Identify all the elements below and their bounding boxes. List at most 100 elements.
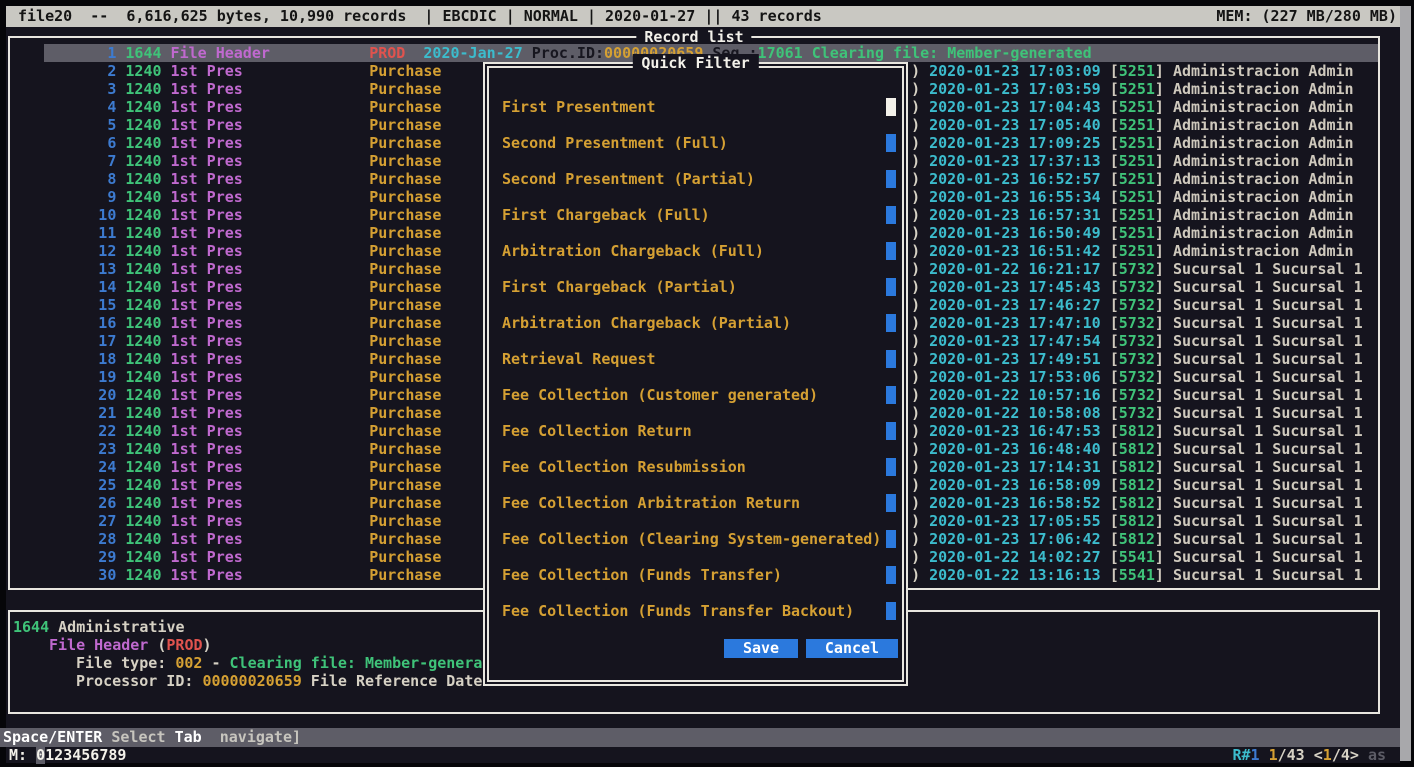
row-merchant-name: Administracion Admin bbox=[1173, 206, 1354, 224]
row-merchant-name: Administracion Admin bbox=[1173, 224, 1354, 242]
row-merchant-name: Sucursal 1 Sucursal 1 bbox=[1173, 530, 1363, 548]
mcc-bracket-open: [ bbox=[1110, 296, 1119, 314]
filter-option[interactable]: Arbitration Chargeback (Full) bbox=[502, 242, 898, 260]
filter-toggle-indicator[interactable] bbox=[886, 206, 896, 224]
filter-toggle-indicator[interactable] bbox=[886, 386, 896, 404]
row-stage: 1st Pres bbox=[171, 188, 243, 206]
filter-toggle-indicator[interactable] bbox=[886, 602, 896, 620]
row-paren: ) bbox=[911, 494, 920, 512]
filter-option[interactable]: Fee Collection Return bbox=[502, 422, 898, 440]
row-mcc: 5812 bbox=[1119, 530, 1155, 548]
filter-toggle-indicator[interactable] bbox=[886, 494, 896, 512]
marker-digits[interactable]: 123456789 bbox=[45, 746, 126, 764]
filter-option-label: Fee Collection (Funds Transfer) bbox=[502, 566, 782, 584]
row-datetime: 2020-01-23 16:58:52 bbox=[929, 494, 1101, 512]
filter-toggle-indicator[interactable] bbox=[886, 170, 896, 188]
mcc-bracket-close: ] bbox=[1155, 260, 1164, 278]
filter-toggle-indicator[interactable] bbox=[886, 278, 896, 296]
scrollbar[interactable] bbox=[1400, 6, 1411, 761]
filter-option-label: Arbitration Chargeback (Partial) bbox=[502, 314, 791, 332]
row-merchant-name: Sucursal 1 Sucursal 1 bbox=[1173, 368, 1363, 386]
row-function: Purchase bbox=[369, 404, 441, 422]
row-merchant-name: Sucursal 1 Sucursal 1 bbox=[1173, 566, 1363, 584]
mcc-bracket-close: ] bbox=[1155, 476, 1164, 494]
mcc-bracket-close: ] bbox=[1155, 296, 1164, 314]
cancel-button[interactable]: Cancel bbox=[806, 639, 898, 658]
row-mti: 1240 bbox=[125, 260, 161, 278]
mcc-bracket-open: [ bbox=[1110, 332, 1119, 350]
filter-toggle-indicator[interactable] bbox=[886, 530, 896, 548]
filter-option[interactable]: Arbitration Chargeback (Partial) bbox=[502, 314, 898, 332]
filter-option[interactable]: First Chargeback (Full) bbox=[502, 206, 898, 224]
mcc-bracket-close: ] bbox=[1155, 548, 1164, 566]
mcc-bracket-close: ] bbox=[1155, 134, 1164, 152]
row-datetime: 2020-01-23 17:03:09 bbox=[929, 62, 1101, 80]
filter-toggle-indicator[interactable] bbox=[886, 350, 896, 368]
row-number: 9 bbox=[8, 188, 116, 206]
row-mcc: 5251 bbox=[1119, 134, 1155, 152]
file-reference-label: File Reference Date bbox=[302, 672, 483, 690]
filter-option[interactable]: Fee Collection (Funds Transfer Backout) bbox=[502, 602, 898, 620]
filter-option[interactable]: Second Presentment (Full) bbox=[502, 134, 898, 152]
filter-toggle-indicator[interactable] bbox=[886, 566, 896, 584]
row-number: 17 bbox=[8, 332, 116, 350]
filter-toggle-indicator[interactable] bbox=[886, 242, 896, 260]
mcc-bracket-open: [ bbox=[1110, 368, 1119, 386]
row-merchant-name: Sucursal 1 Sucursal 1 bbox=[1173, 386, 1363, 404]
row-number: 6 bbox=[8, 134, 116, 152]
row-mcc: 5732 bbox=[1119, 260, 1155, 278]
filter-option[interactable]: Fee Collection (Clearing System-generate… bbox=[502, 530, 898, 548]
current-page: 1 bbox=[1323, 746, 1332, 764]
row-stage: 1st Pres bbox=[171, 224, 243, 242]
filter-option[interactable]: Fee Collection Arbitration Return bbox=[502, 494, 898, 512]
mcc-bracket-close: ] bbox=[1155, 98, 1164, 116]
save-button[interactable]: Save bbox=[724, 639, 798, 658]
row-number: 12 bbox=[8, 242, 116, 260]
filter-option-label: Fee Collection Return bbox=[502, 422, 692, 440]
mcc-bracket-close: ] bbox=[1155, 242, 1164, 260]
row-mti: 1240 bbox=[125, 350, 161, 368]
row-paren: ) bbox=[911, 422, 920, 440]
filter-toggle-indicator[interactable] bbox=[886, 134, 896, 152]
row-mti: 1240 bbox=[125, 152, 161, 170]
marker-cursor[interactable]: 0 bbox=[36, 746, 45, 764]
detail-line-3: File type: 002 - Clearing file: Member-g… bbox=[76, 654, 482, 672]
filter-option[interactable]: Retrieval Request bbox=[502, 350, 898, 368]
filter-option-label: Retrieval Request bbox=[502, 350, 656, 368]
filter-toggle-indicator[interactable] bbox=[886, 98, 896, 116]
filter-toggle-indicator[interactable] bbox=[886, 422, 896, 440]
row-function: Purchase bbox=[369, 350, 441, 368]
filter-option[interactable]: First Chargeback (Partial) bbox=[502, 278, 898, 296]
filter-option[interactable]: Second Presentment (Partial) bbox=[502, 170, 898, 188]
row-merchant-name: Administracion Admin bbox=[1173, 98, 1354, 116]
filter-option[interactable]: First Presentment bbox=[502, 98, 898, 116]
filter-toggle-indicator[interactable] bbox=[886, 314, 896, 332]
mcc-bracket-close: ] bbox=[1155, 332, 1164, 350]
row-number: 2 bbox=[8, 62, 116, 80]
mcc-bracket-close: ] bbox=[1155, 116, 1164, 134]
filter-option[interactable]: Fee Collection (Customer generated) bbox=[502, 386, 898, 404]
row-stage: 1st Pres bbox=[171, 386, 243, 404]
row-number: 24 bbox=[8, 458, 116, 476]
mcc-bracket-close: ] bbox=[1155, 206, 1164, 224]
mcc-bracket-open: [ bbox=[1110, 314, 1119, 332]
row-paren: ) bbox=[911, 404, 920, 422]
record-hash-label: R# bbox=[1232, 746, 1250, 764]
filter-option[interactable]: Fee Collection Resubmission bbox=[502, 458, 898, 476]
row-paren: ) bbox=[911, 530, 920, 548]
processor-label: Processor ID: bbox=[76, 672, 202, 690]
row-merchant-name: Administracion Admin bbox=[1173, 80, 1354, 98]
filter-toggle-indicator[interactable] bbox=[886, 458, 896, 476]
row-function: Purchase bbox=[369, 368, 441, 386]
row-number: 13 bbox=[8, 260, 116, 278]
row-function: Purchase bbox=[369, 188, 441, 206]
row-mti: 1240 bbox=[125, 314, 161, 332]
row-mcc: 5732 bbox=[1119, 278, 1155, 296]
row-mti: 1240 bbox=[125, 134, 161, 152]
row-number: 22 bbox=[8, 422, 116, 440]
filter-option[interactable]: Fee Collection (Funds Transfer) bbox=[502, 566, 898, 584]
row-stage: 1st Pres bbox=[171, 62, 243, 80]
row-paren: ) bbox=[911, 548, 920, 566]
row-datetime: 2020-01-23 16:52:57 bbox=[929, 170, 1101, 188]
row-number: 4 bbox=[8, 98, 116, 116]
